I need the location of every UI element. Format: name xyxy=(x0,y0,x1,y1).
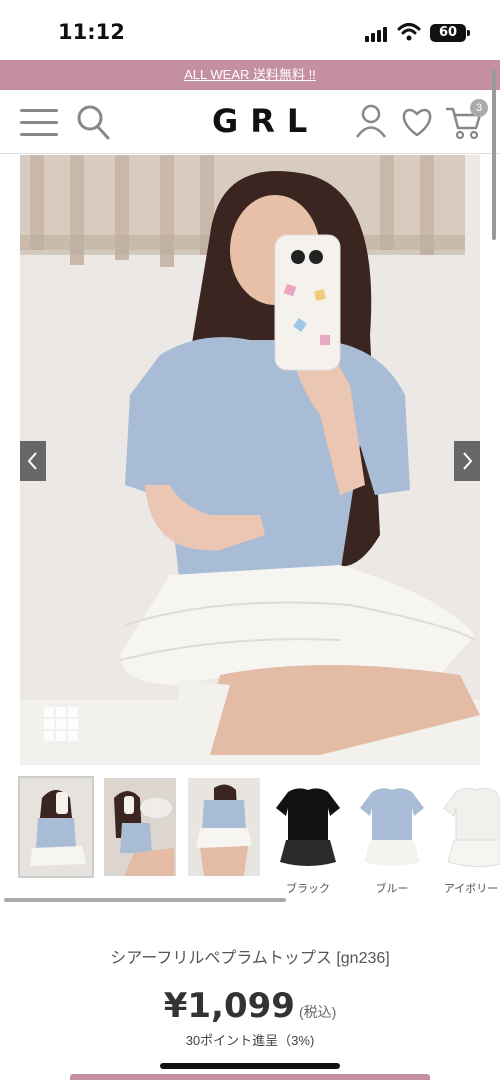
status-bar: 11:12 60 xyxy=(0,0,500,60)
user-icon[interactable] xyxy=(355,104,387,138)
thumbnail-photo xyxy=(188,778,260,876)
thumbnail-label: ブルー xyxy=(375,883,409,895)
product-main-image[interactable] xyxy=(20,155,480,765)
thumbnail-label: アイボリー xyxy=(443,883,499,895)
thumbnail-photo xyxy=(272,778,344,876)
site-header: GRL 3 xyxy=(0,90,500,154)
points-info: 30ポイント進呈（3%) xyxy=(185,1033,315,1048)
thumbnail-strip: ブラック ブルー アイボリー xyxy=(18,776,500,898)
next-image-button[interactable] xyxy=(454,441,480,481)
add-to-cart-bar[interactable] xyxy=(70,1074,430,1080)
grid-view-icon[interactable] xyxy=(44,707,78,741)
thumbnail-1[interactable] xyxy=(18,776,94,878)
thumbnail-photo xyxy=(440,778,500,876)
menu-icon[interactable] xyxy=(20,107,58,137)
product-price: ¥1,099 xyxy=(163,986,295,1026)
thumbnail-blue[interactable] xyxy=(356,778,428,876)
thumbnail-label: ブラック xyxy=(286,883,330,895)
promo-link[interactable]: ALL WEAR 送料無料 !! xyxy=(184,67,316,82)
status-time: 11:12 xyxy=(58,20,125,44)
home-indicator xyxy=(160,1063,340,1069)
thumbnail-2[interactable] xyxy=(104,778,176,876)
promo-banner: ALL WEAR 送料無料 !! xyxy=(0,60,500,90)
logo[interactable]: GRL xyxy=(200,102,307,140)
product-name: シアーフリルペプラムトップス [gn236] xyxy=(110,950,390,967)
thumbnail-scrollbar[interactable] xyxy=(4,898,286,902)
product-photo xyxy=(20,155,480,765)
price-row: ¥1,099 (税込) xyxy=(0,986,500,1026)
thumbnail-photo xyxy=(20,778,92,876)
chevron-left-icon xyxy=(27,452,37,470)
search-icon[interactable] xyxy=(76,104,110,140)
prev-image-button[interactable] xyxy=(20,441,46,481)
thumbnail-photo xyxy=(356,778,428,876)
signal-icon xyxy=(365,26,391,42)
heart-icon[interactable] xyxy=(400,106,434,138)
thumbnail-photo xyxy=(104,778,176,876)
thumbnail-black[interactable] xyxy=(272,778,344,876)
tax-label: (税込) xyxy=(298,1004,337,1020)
page-scrollbar[interactable] xyxy=(492,70,496,240)
battery-icon: 60 xyxy=(430,24,470,42)
thumbnail-ivory[interactable] xyxy=(440,778,500,876)
chevron-right-icon xyxy=(463,452,473,470)
thumbnail-3[interactable] xyxy=(188,778,260,876)
wifi-icon xyxy=(397,23,421,41)
cart-count-badge: 3 xyxy=(470,99,488,117)
